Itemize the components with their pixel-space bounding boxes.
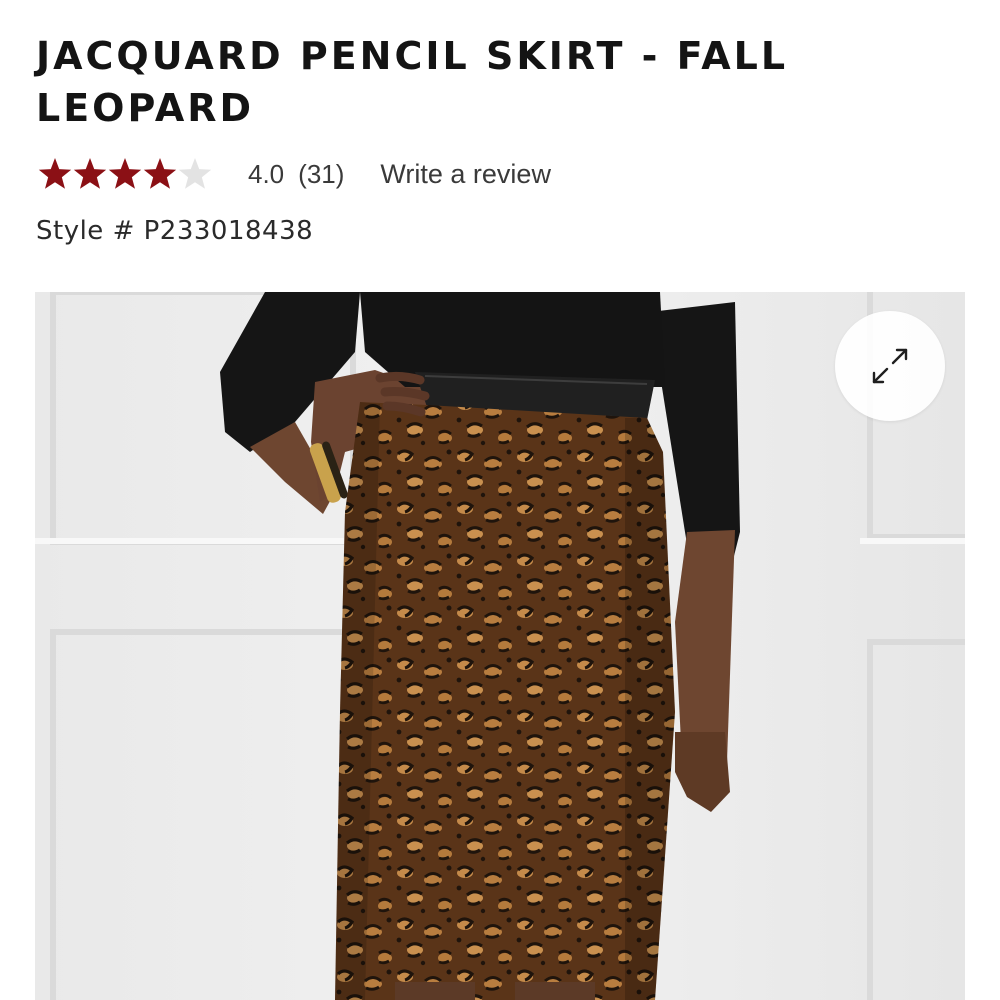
star-filled-icon bbox=[108, 158, 142, 189]
star-empty-icon bbox=[178, 158, 212, 189]
rating-value: 4.0 bbox=[248, 158, 285, 189]
product-title: JACQUARD PENCIL SKIRT - FALL LEOPARD bbox=[36, 34, 789, 130]
star-filled-icon bbox=[38, 158, 72, 189]
star-rating[interactable] bbox=[38, 154, 212, 194]
expand-image-button[interactable] bbox=[835, 311, 945, 421]
expand-icon bbox=[872, 348, 908, 384]
skirt-photo bbox=[35, 292, 965, 1000]
product-image[interactable] bbox=[35, 292, 965, 1000]
star-filled-icon bbox=[143, 158, 177, 189]
rating-row: 4.0 (31) Write a review bbox=[38, 152, 551, 196]
review-count[interactable]: (31) bbox=[298, 159, 344, 190]
star-filled-icon bbox=[73, 158, 107, 189]
write-review-link[interactable]: Write a review bbox=[380, 159, 551, 190]
style-number: Style # P233018438 bbox=[36, 216, 314, 246]
star-icons bbox=[38, 158, 212, 189]
